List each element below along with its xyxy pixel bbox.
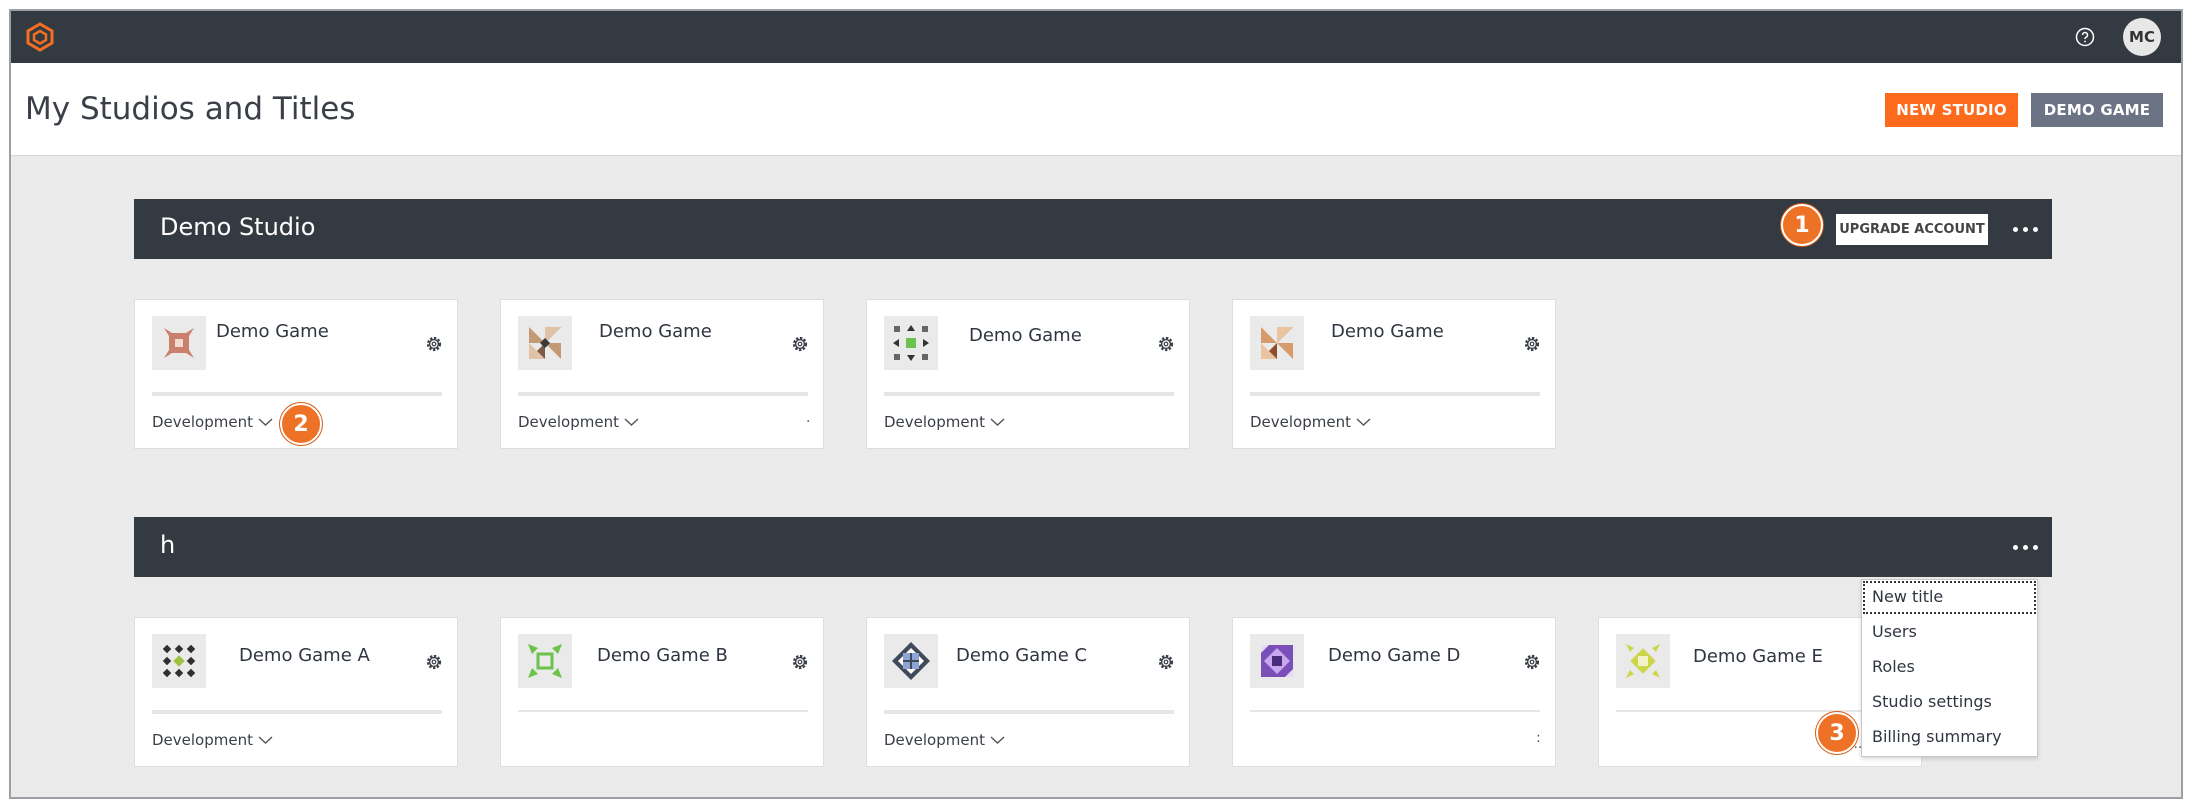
demo-game-button[interactable]: DEMO GAME [2031,93,2163,127]
studio-options-menu: New title Users Roles Studio settings Bi… [1861,579,2038,757]
chevron-down-icon [990,418,1005,426]
menu-item-new-title[interactable]: New title [1872,587,1943,606]
page-title: My Studios and Titles [25,91,356,127]
card-divider [1250,710,1540,712]
menu-item-studio-settings[interactable]: Studio settings [1872,692,1992,711]
title-thumbnail [884,316,938,370]
title-name[interactable]: Demo Game [969,325,1082,346]
menu-item-billing-summary[interactable]: Billing summary [1872,727,2002,746]
card-divider [152,710,442,714]
environment-label: Development [884,731,985,749]
studio-header: h [134,517,2052,577]
title-name[interactable]: Demo Game E [1693,646,1823,667]
callout-marker-2: 2 [280,403,322,445]
title-card[interactable]: Demo Game B [500,617,824,767]
title-name[interactable]: Demo Game D [1328,645,1460,666]
card-fragment: . [806,410,811,426]
title-thumbnail [152,634,206,688]
gear-icon[interactable] [790,334,810,354]
avatar[interactable]: MC [2123,18,2161,56]
title-name[interactable]: Demo Game A [239,645,370,666]
gear-icon[interactable] [790,652,810,672]
title-thumbnail [152,316,206,370]
chevron-down-icon [1356,418,1371,426]
gear-icon[interactable] [1522,652,1542,672]
top-navigation-bar: MC [11,11,2181,63]
title-thumbnail [1250,316,1304,370]
studio-name: h [160,531,176,559]
studio-name: Demo Studio [160,213,316,241]
title-thumbnail [1250,634,1304,688]
title-name[interactable]: Demo Game [216,321,329,342]
callout-marker-1: 1 [1781,204,1823,246]
card-divider [518,710,808,712]
environment-label: Development [884,413,985,431]
card-divider [884,710,1174,714]
title-thumbnail [518,634,572,688]
title-card[interactable]: Demo Game Development [866,299,1190,449]
title-name[interactable]: Demo Game B [597,645,728,666]
environment-dropdown[interactable]: Development [518,413,639,431]
app-window: MC My Studios and Titles NEW STUDIO DEMO… [9,9,2183,799]
menu-item-roles[interactable]: Roles [1872,657,1915,676]
page-header: My Studios and Titles NEW STUDIO DEMO GA… [11,63,2181,156]
environment-dropdown[interactable]: Development [152,413,273,431]
environment-label: Development [1250,413,1351,431]
card-fragment: : [1536,730,1541,746]
card-divider [518,392,808,396]
gear-icon[interactable] [424,334,444,354]
title-card[interactable]: Demo Game Development . [500,299,824,449]
title-card[interactable]: Demo Game D : [1232,617,1556,767]
title-name[interactable]: Demo Game C [956,645,1087,666]
upgrade-account-button[interactable]: UPGRADE ACCOUNT [1836,214,1988,245]
chevron-down-icon [990,736,1005,744]
help-icon[interactable] [2074,26,2096,48]
title-name[interactable]: Demo Game [1331,321,1444,342]
title-thumbnail [518,316,572,370]
chevron-down-icon [624,418,639,426]
environment-label: Development [518,413,619,431]
card-divider [884,392,1174,396]
studio-more-options-icon[interactable] [2008,214,2042,244]
environment-dropdown[interactable]: Development [884,413,1005,431]
gear-icon[interactable] [1156,334,1176,354]
environment-dropdown[interactable]: Development [884,731,1005,749]
studio-more-options-icon[interactable] [2008,532,2042,562]
title-name[interactable]: Demo Game [599,321,712,342]
title-card[interactable]: Demo Game A Development [134,617,458,767]
environment-dropdown[interactable]: Development [1250,413,1371,431]
callout-marker-3: 3 [1816,712,1858,754]
title-card[interactable]: Demo Game Development [1232,299,1556,449]
chevron-down-icon [258,736,273,744]
menu-item-users[interactable]: Users [1872,622,1917,641]
gear-icon[interactable] [424,652,444,672]
environment-label: Development [152,413,253,431]
title-card[interactable]: Demo Game C Development [866,617,1190,767]
card-divider [1250,392,1540,396]
gear-icon[interactable] [1522,334,1542,354]
card-divider [152,392,442,396]
studio-header: Demo Studio UPGRADE ACCOUNT [134,199,2052,259]
new-studio-button[interactable]: NEW STUDIO [1885,93,2018,127]
chevron-down-icon [258,418,273,426]
gear-icon[interactable] [1156,652,1176,672]
title-thumbnail [884,634,938,688]
logo-icon[interactable] [25,22,55,52]
title-thumbnail [1616,634,1670,688]
environment-dropdown[interactable]: Development [152,731,273,749]
environment-label: Development [152,731,253,749]
